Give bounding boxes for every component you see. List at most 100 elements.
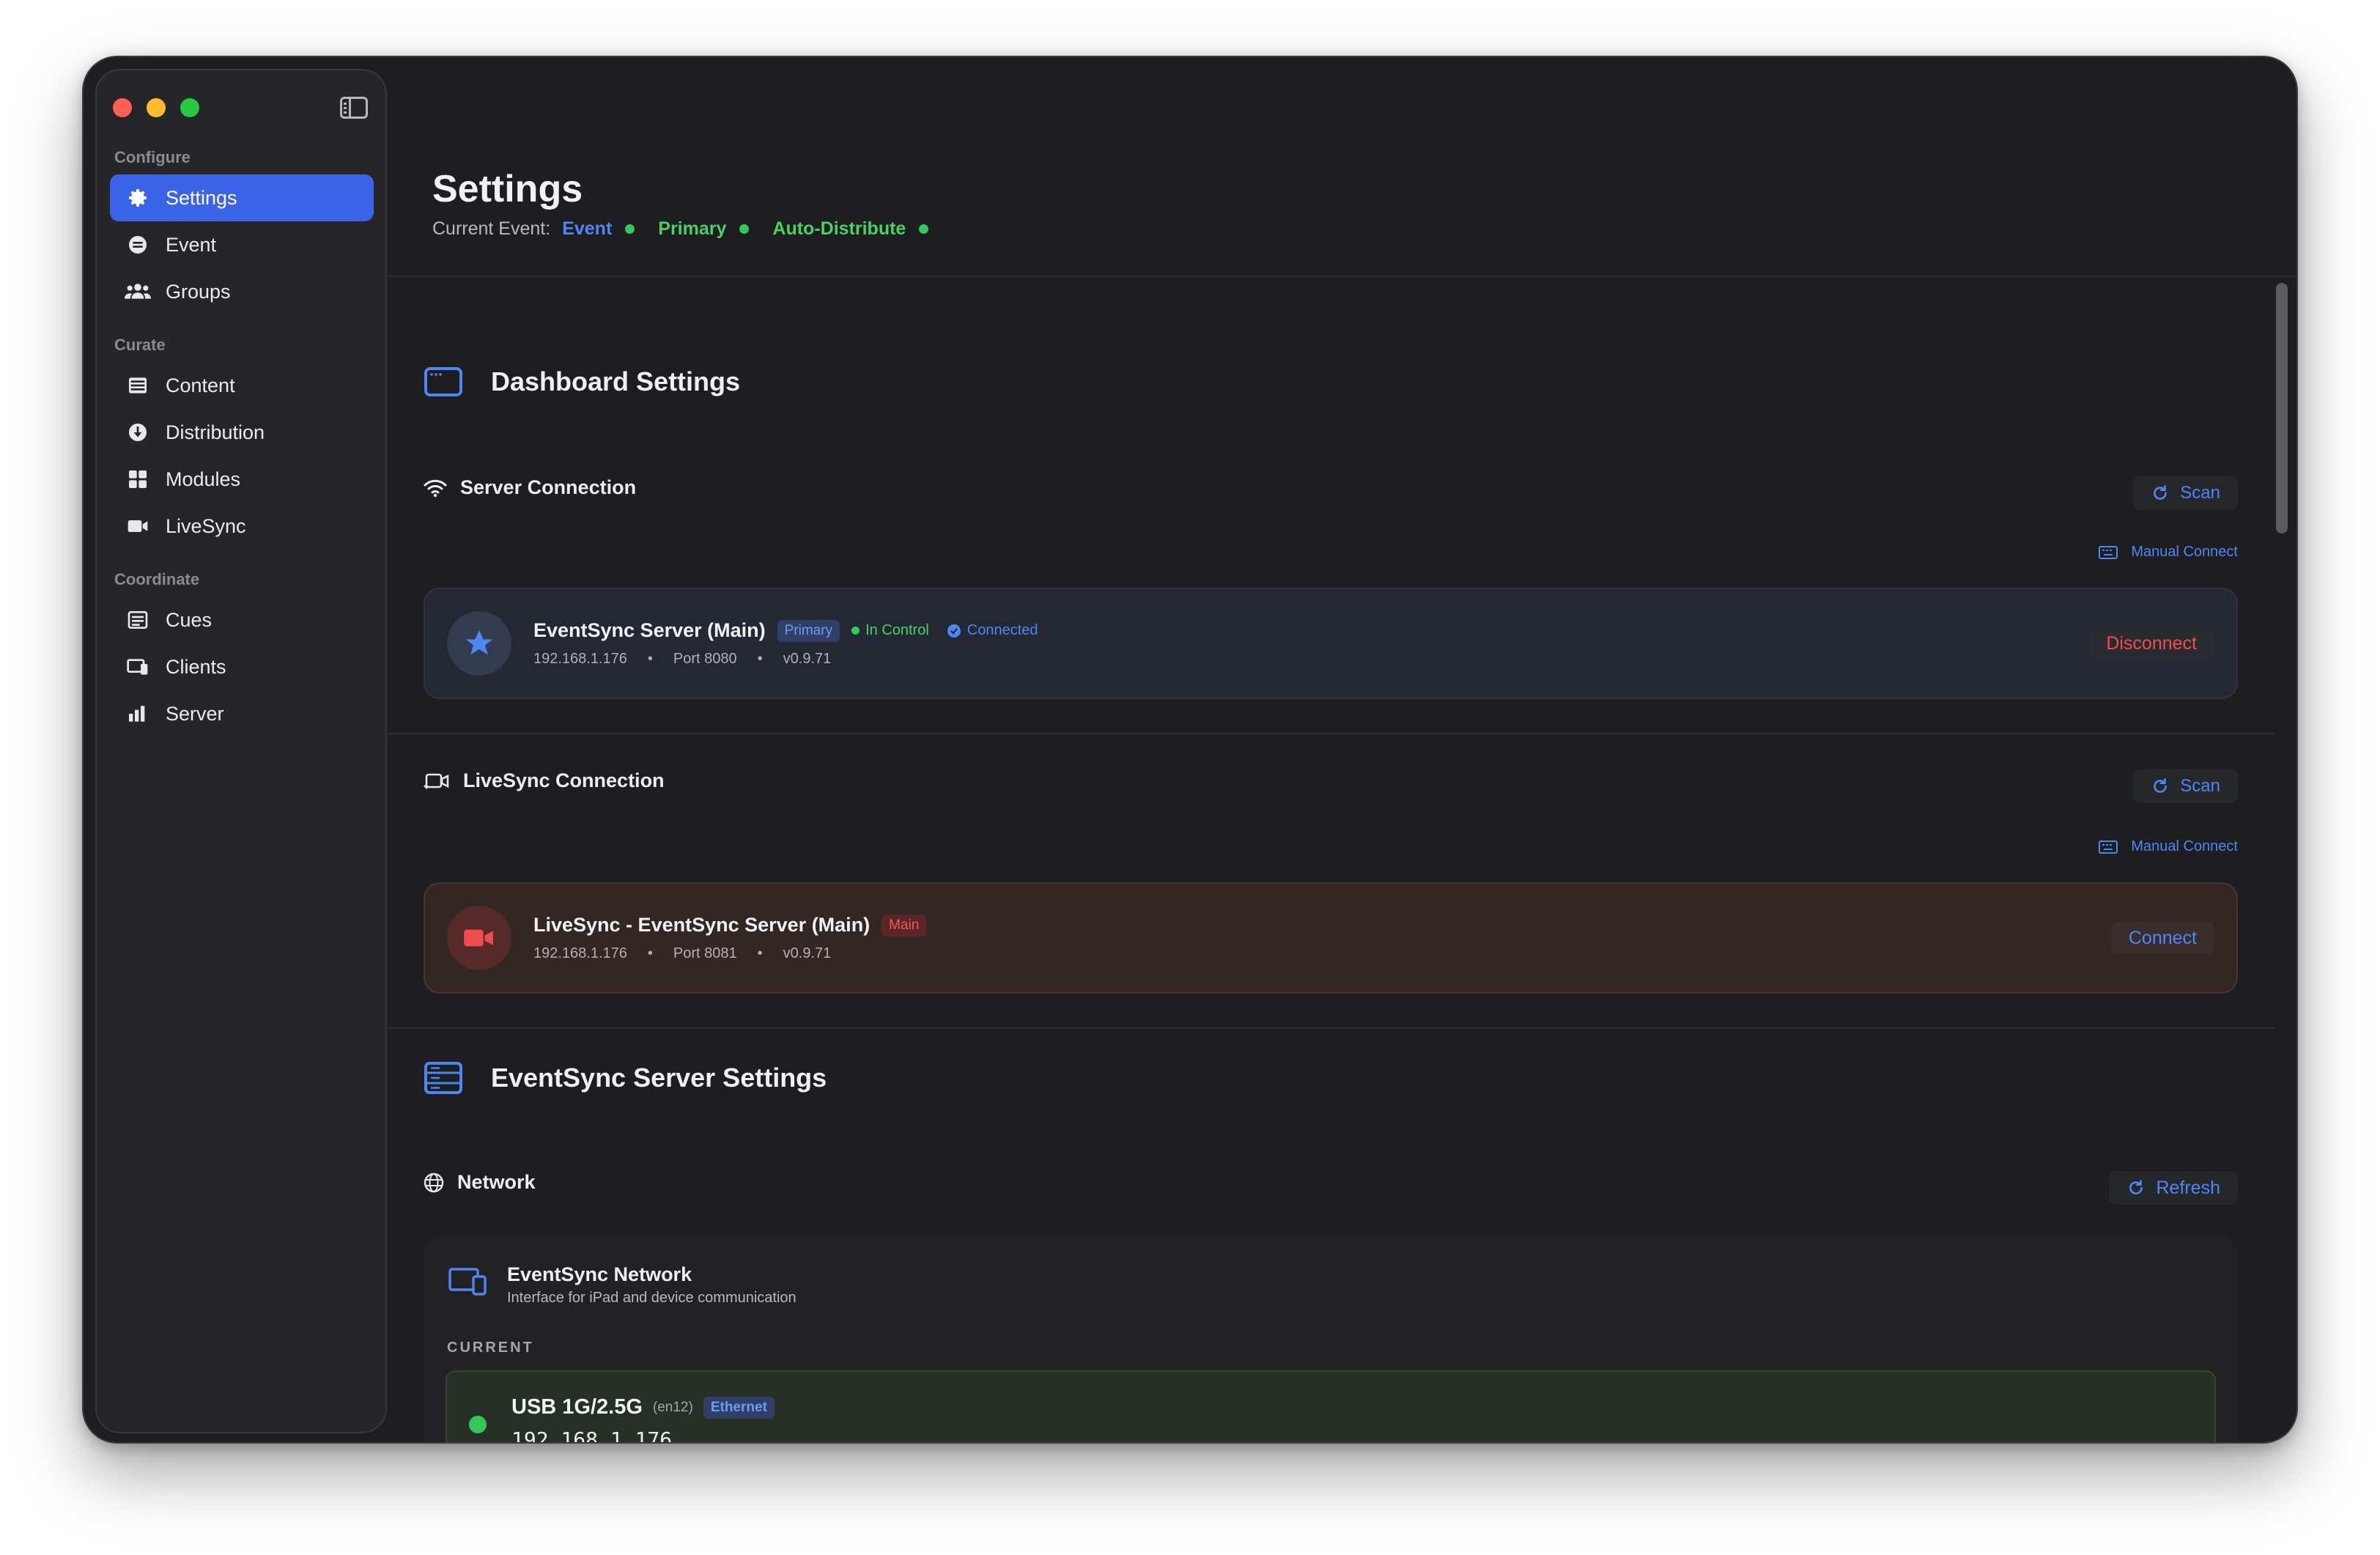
- main-pane: Settings Current Event: Event Primary Au…: [388, 57, 2296, 1442]
- page-title: Settings: [432, 168, 583, 210]
- server-connection-title: Server Connection: [460, 476, 637, 498]
- sidebar-item-label: LiveSync: [166, 514, 246, 537]
- interface-device: (en12): [652, 1399, 693, 1415]
- primary-tag: Primary: [658, 218, 750, 240]
- livesync-port: Port 8081: [673, 945, 737, 961]
- interface-name: USB 1G/2.5G: [511, 1395, 643, 1419]
- connect-button[interactable]: Connect: [2110, 922, 2214, 954]
- livesync-connection-title: LiveSync Connection: [463, 769, 665, 791]
- interface-name-row: USB 1G/2.5G (en12) Ethernet: [511, 1395, 775, 1419]
- sidebar-item-groups[interactable]: Groups: [110, 268, 374, 315]
- network-card-subtitle: Interface for iPad and device communicat…: [507, 1290, 797, 1306]
- refresh-icon: [2154, 778, 2168, 793]
- window-icon: [424, 367, 462, 396]
- primary-badge: Primary: [777, 619, 840, 642]
- sidebar-item-cues[interactable]: Cues: [110, 596, 374, 643]
- check-circle-icon: [947, 624, 961, 638]
- event-tag[interactable]: Event: [562, 218, 635, 240]
- star-icon: [465, 629, 493, 655]
- server-avatar: [447, 611, 511, 676]
- list-icon: [125, 372, 151, 399]
- sidebar-item-label: Groups: [166, 280, 231, 303]
- server-rack-icon: [424, 1062, 462, 1094]
- server-ip: 192.168.1.176: [533, 651, 627, 667]
- section-divider: [388, 1027, 2274, 1029]
- server-connection-header: Server Connection: [424, 476, 636, 499]
- sidebar: Configure Settings Event Groups Curate C…: [95, 69, 387, 1433]
- server-scan-button[interactable]: Scan: [2133, 476, 2238, 510]
- current-label: CURRENT: [447, 1340, 534, 1356]
- sidebar-item-label: Settings: [166, 186, 237, 209]
- app-window: Configure Settings Event Groups Curate C…: [82, 56, 2298, 1444]
- globe-icon: [424, 1172, 444, 1192]
- gear-icon: [125, 185, 151, 211]
- grid-icon: [125, 466, 151, 492]
- sidebar-item-event[interactable]: Event: [110, 221, 374, 268]
- network-refresh-button[interactable]: Refresh: [2109, 1171, 2238, 1205]
- livesync-manual-connect-link[interactable]: Manual Connect: [2099, 838, 2238, 855]
- connected-status: Connected: [947, 622, 1038, 639]
- server-settings-title: EventSync Server Settings: [491, 1063, 827, 1093]
- sidebar-item-label: Cues: [166, 608, 212, 631]
- sidebar-item-label: Content: [166, 374, 235, 396]
- sidebar-item-content[interactable]: Content: [110, 362, 374, 409]
- sidebar-item-label: Modules: [166, 468, 241, 490]
- server-settings-header: EventSync Server Settings: [424, 1061, 827, 1095]
- current-event-label: Current Event:: [432, 218, 551, 239]
- current-event-row: Current Event: Event Primary Auto-Distri…: [432, 218, 952, 240]
- dashboard-settings-title: Dashboard Settings: [491, 366, 741, 396]
- sidebar-item-label: Clients: [166, 655, 226, 678]
- eventsync-server-card[interactable]: EventSync Server (Main) Primary In Contr…: [424, 588, 2238, 699]
- status-dot: [469, 1416, 487, 1433]
- livesync-camera-icon: [424, 773, 449, 789]
- server-name: EventSync Server (Main): [533, 619, 766, 641]
- livesync-avatar: [447, 906, 511, 970]
- keyboard-icon: [2099, 545, 2118, 559]
- auto-distribute-tag: Auto-Distribute: [772, 218, 929, 240]
- sidebar-item-clients[interactable]: Clients: [110, 643, 374, 690]
- server-card-body: EventSync Server (Main) Primary In Contr…: [533, 619, 1038, 667]
- close-window-button[interactable]: [113, 98, 132, 117]
- devices-icon: [448, 1268, 487, 1296]
- network-card-title: EventSync Network: [507, 1263, 692, 1285]
- nav-section-configure: Configure: [114, 148, 191, 166]
- refresh-icon: [2154, 484, 2168, 500]
- refresh-icon: [2129, 1179, 2143, 1194]
- window-controls: [113, 98, 199, 117]
- sidebar-item-livesync[interactable]: LiveSync: [110, 503, 374, 550]
- zoom-window-button[interactable]: [180, 98, 199, 117]
- sidebar-item-modules[interactable]: Modules: [110, 456, 374, 503]
- section-divider: [388, 733, 2274, 734]
- people-icon: [125, 278, 151, 305]
- bar-chart-icon: [125, 701, 151, 727]
- devices-icon: [125, 654, 151, 680]
- settings-scroll-area[interactable]: Dashboard Settings Server Connection Sca…: [388, 277, 2274, 1442]
- in-control-status: In Control: [851, 622, 929, 639]
- interface-type-badge: Ethernet: [703, 1396, 775, 1419]
- sidebar-item-label: Server: [166, 702, 224, 725]
- sidebar-item-server[interactable]: Server: [110, 690, 374, 737]
- server-version: v0.9.71: [783, 651, 832, 667]
- calendar-icon: [125, 232, 151, 258]
- livesync-server-card[interactable]: LiveSync - EventSync Server (Main) Main …: [424, 882, 2238, 994]
- livesync-scan-button[interactable]: Scan: [2133, 769, 2238, 803]
- minimize-window-button[interactable]: [147, 98, 166, 117]
- network-header: Network: [424, 1171, 536, 1194]
- server-port: Port 8080: [673, 651, 737, 667]
- main-badge: Main: [882, 914, 927, 937]
- livesync-connection-header: LiveSync Connection: [424, 769, 665, 792]
- checklist-icon: [125, 607, 151, 633]
- sidebar-item-label: Event: [166, 233, 217, 256]
- livesync-version: v0.9.71: [783, 945, 832, 961]
- sidebar-toggle-icon[interactable]: [340, 97, 368, 119]
- current-interface-card[interactable]: USB 1G/2.5G (en12) Ethernet 192.168.1.17…: [446, 1370, 2216, 1442]
- scrollbar-thumb[interactable]: [2276, 283, 2288, 533]
- sidebar-item-distribution[interactable]: Distribution: [110, 409, 374, 456]
- dashboard-settings-header: Dashboard Settings: [424, 366, 740, 397]
- disconnect-button[interactable]: Disconnect: [2088, 627, 2214, 660]
- wifi-icon: [424, 479, 447, 497]
- sidebar-item-settings[interactable]: Settings: [110, 174, 374, 221]
- nav-section-curate: Curate: [114, 336, 166, 354]
- server-manual-connect-link[interactable]: Manual Connect: [2099, 544, 2238, 561]
- video-camera-icon: [464, 929, 493, 947]
